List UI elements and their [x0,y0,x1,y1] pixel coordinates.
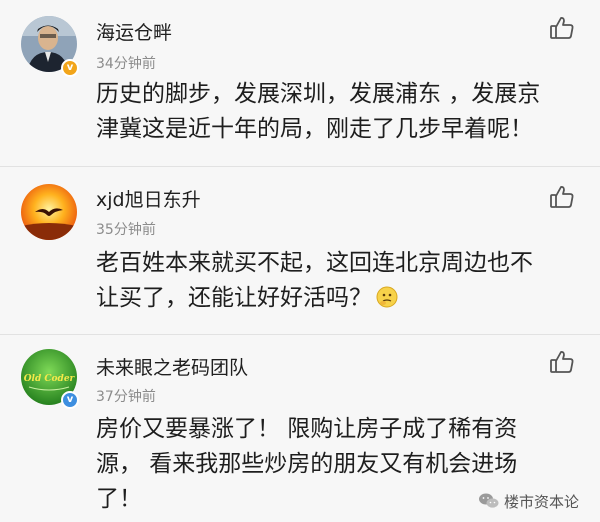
verified-v-badge-icon: v [61,59,79,77]
comment-item: xjd旭日东升 35分钟前 老百姓本来就买不起，这回连北京周边也不 让买了，还能… [0,166,600,334]
comment-line: 历史的脚步，发展深圳，发展浦东 ，发展京 [96,81,541,107]
thumbs-up-icon [550,351,574,373]
comment-line: 让买了，还能让好好活吗？ [96,285,372,311]
comment-line-with-emoji: 让买了，还能让好好活吗？ [96,281,586,316]
sunset-eagle-icon [21,184,77,240]
comment-line: 老百姓本来就买不起，这回连北京周边也不 [96,250,533,276]
username[interactable]: 海运仓畔 [96,18,172,45]
timestamp: 35分钟前 [96,222,156,238]
comment-text: 老百姓本来就买不起，这回连北京周边也不 让买了，还能让好好活吗？ [96,246,586,316]
like-button[interactable] [548,14,576,42]
comment-line: 房价又要暴涨了！ 限购让房子成了稀有资 [96,416,518,442]
comment-item: v 海运仓畔 34分钟前 历史的脚步，发展深圳，发展浦东 ，发展京 津冀这是近十… [0,0,600,166]
thinking-emoji-icon [376,286,398,308]
avatar-logo-text: Old Coder [24,374,76,384]
timestamp: 34分钟前 [96,56,156,72]
comment-text: 历史的脚步，发展深圳，发展浦东 ，发展京 津冀这是近十年的局，刚走了几步早着呢！ [96,77,586,147]
watermark: 楼市资本论 [478,490,579,512]
like-button[interactable] [548,183,576,211]
avatar[interactable] [21,184,77,240]
wechat-icon [479,493,499,508]
comment-line: 源， 看来我那些炒房的朋友又有机会进场 [96,451,518,477]
comment-line: 津冀这是近十年的局，刚走了几步早着呢！ [96,116,533,142]
watermark-text: 楼市资本论 [504,492,580,511]
username[interactable]: xjd旭日东升 [96,185,201,212]
verified-v-badge-icon: v [61,391,79,409]
thumbs-up-icon [550,17,574,39]
thumbs-up-icon [550,186,574,208]
username[interactable]: 未来眼之老码团队 [96,353,248,380]
like-button[interactable] [548,348,576,376]
timestamp: 37分钟前 [96,389,156,405]
